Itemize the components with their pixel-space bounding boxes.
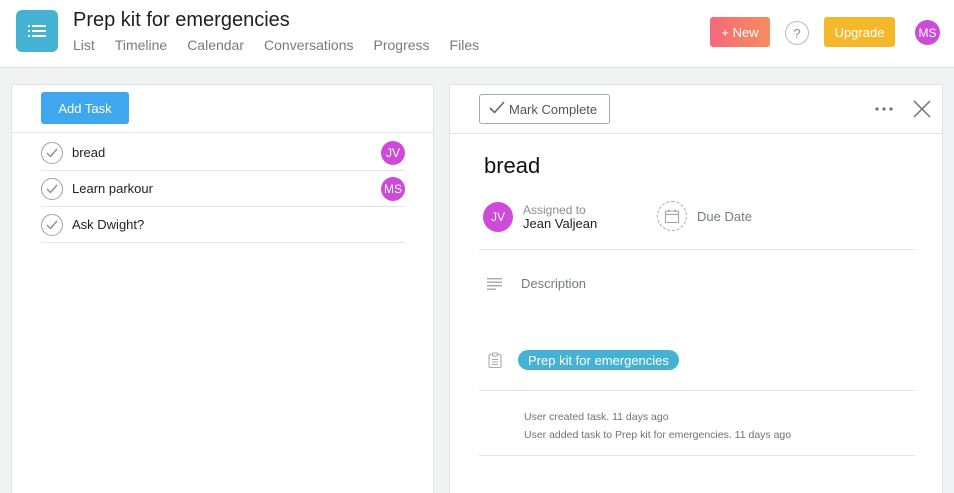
task-row[interactable]: bread JV — [41, 135, 405, 171]
tab-list[interactable]: List — [73, 37, 95, 53]
complete-check-icon[interactable] — [41, 141, 63, 164]
task-name[interactable]: Learn parkour — [72, 181, 153, 196]
user-avatar[interactable]: MS — [915, 20, 940, 45]
assignee-text: Assigned to Jean Valjean — [523, 203, 597, 231]
activity-item: User added task to Prep kit for emergenc… — [524, 429, 792, 441]
task-name[interactable]: bread — [72, 145, 105, 160]
top-header: Prep kit for emergencies List Timeline C… — [0, 0, 954, 68]
tab-calendar[interactable]: Calendar — [187, 37, 244, 53]
due-date-field[interactable]: Due Date — [657, 201, 752, 231]
assignee-name: Jean Valjean — [523, 216, 598, 231]
assignee-avatar: JV — [483, 202, 513, 232]
project-title: Prep kit for emergencies — [73, 9, 290, 31]
help-button[interactable]: ? — [785, 21, 809, 45]
activity-item: User created task. 11 days ago — [524, 411, 669, 423]
divider — [479, 390, 915, 391]
assigned-to-label: Assigned to — [523, 203, 586, 217]
task-title[interactable]: bread — [484, 153, 540, 179]
add-task-button[interactable]: Add Task — [41, 92, 129, 124]
task-row[interactable]: Ask Dwight? — [41, 207, 405, 243]
task-assignee-avatar[interactable]: JV — [381, 141, 405, 165]
list-icon[interactable] — [16, 10, 58, 52]
task-assignee-avatar[interactable]: MS — [381, 177, 405, 201]
tab-conversations[interactable]: Conversations — [264, 37, 354, 53]
close-icon[interactable] — [912, 99, 932, 119]
task-name[interactable]: Ask Dwight? — [72, 217, 144, 232]
clipboard-icon — [488, 352, 502, 373]
due-date-label: Due Date — [697, 208, 752, 224]
calendar-icon — [657, 201, 687, 231]
project-tag[interactable]: Prep kit for emergencies — [518, 350, 679, 370]
description-icon — [487, 277, 503, 295]
divider — [479, 455, 915, 456]
assignee-field[interactable]: JV Assigned to Jean Valjean — [483, 202, 597, 232]
more-options-icon[interactable] — [874, 99, 894, 119]
task-list-toolbar: Add Task — [12, 85, 433, 133]
task-row[interactable]: Learn parkour MS — [41, 171, 405, 207]
tab-progress[interactable]: Progress — [374, 37, 430, 53]
checkmark-icon — [489, 101, 505, 117]
project-nav: List Timeline Calendar Conversations Pro… — [73, 37, 499, 53]
task-list: bread JV Learn parkour MS Ask Dwight? — [41, 135, 405, 243]
task-list-panel: Add Task bread JV Learn parkour MS Ask D… — [11, 84, 434, 493]
description-field[interactable]: Description — [521, 276, 586, 291]
tab-files[interactable]: Files — [450, 37, 480, 53]
complete-check-icon[interactable] — [41, 177, 63, 200]
task-detail-toolbar: Mark Complete — [450, 85, 942, 134]
mark-complete-button[interactable]: Mark Complete — [479, 94, 610, 124]
divider — [479, 249, 915, 250]
upgrade-button[interactable]: Upgrade — [824, 17, 895, 47]
new-button[interactable]: + New — [710, 17, 770, 47]
tab-timeline[interactable]: Timeline — [115, 37, 167, 53]
task-detail-panel: Mark Complete bread JV Assigned to Jean … — [449, 84, 943, 493]
activity-log: User created task. 11 days ago User adde… — [524, 408, 791, 444]
mark-complete-label: Mark Complete — [509, 101, 598, 117]
complete-check-icon[interactable] — [41, 213, 63, 236]
